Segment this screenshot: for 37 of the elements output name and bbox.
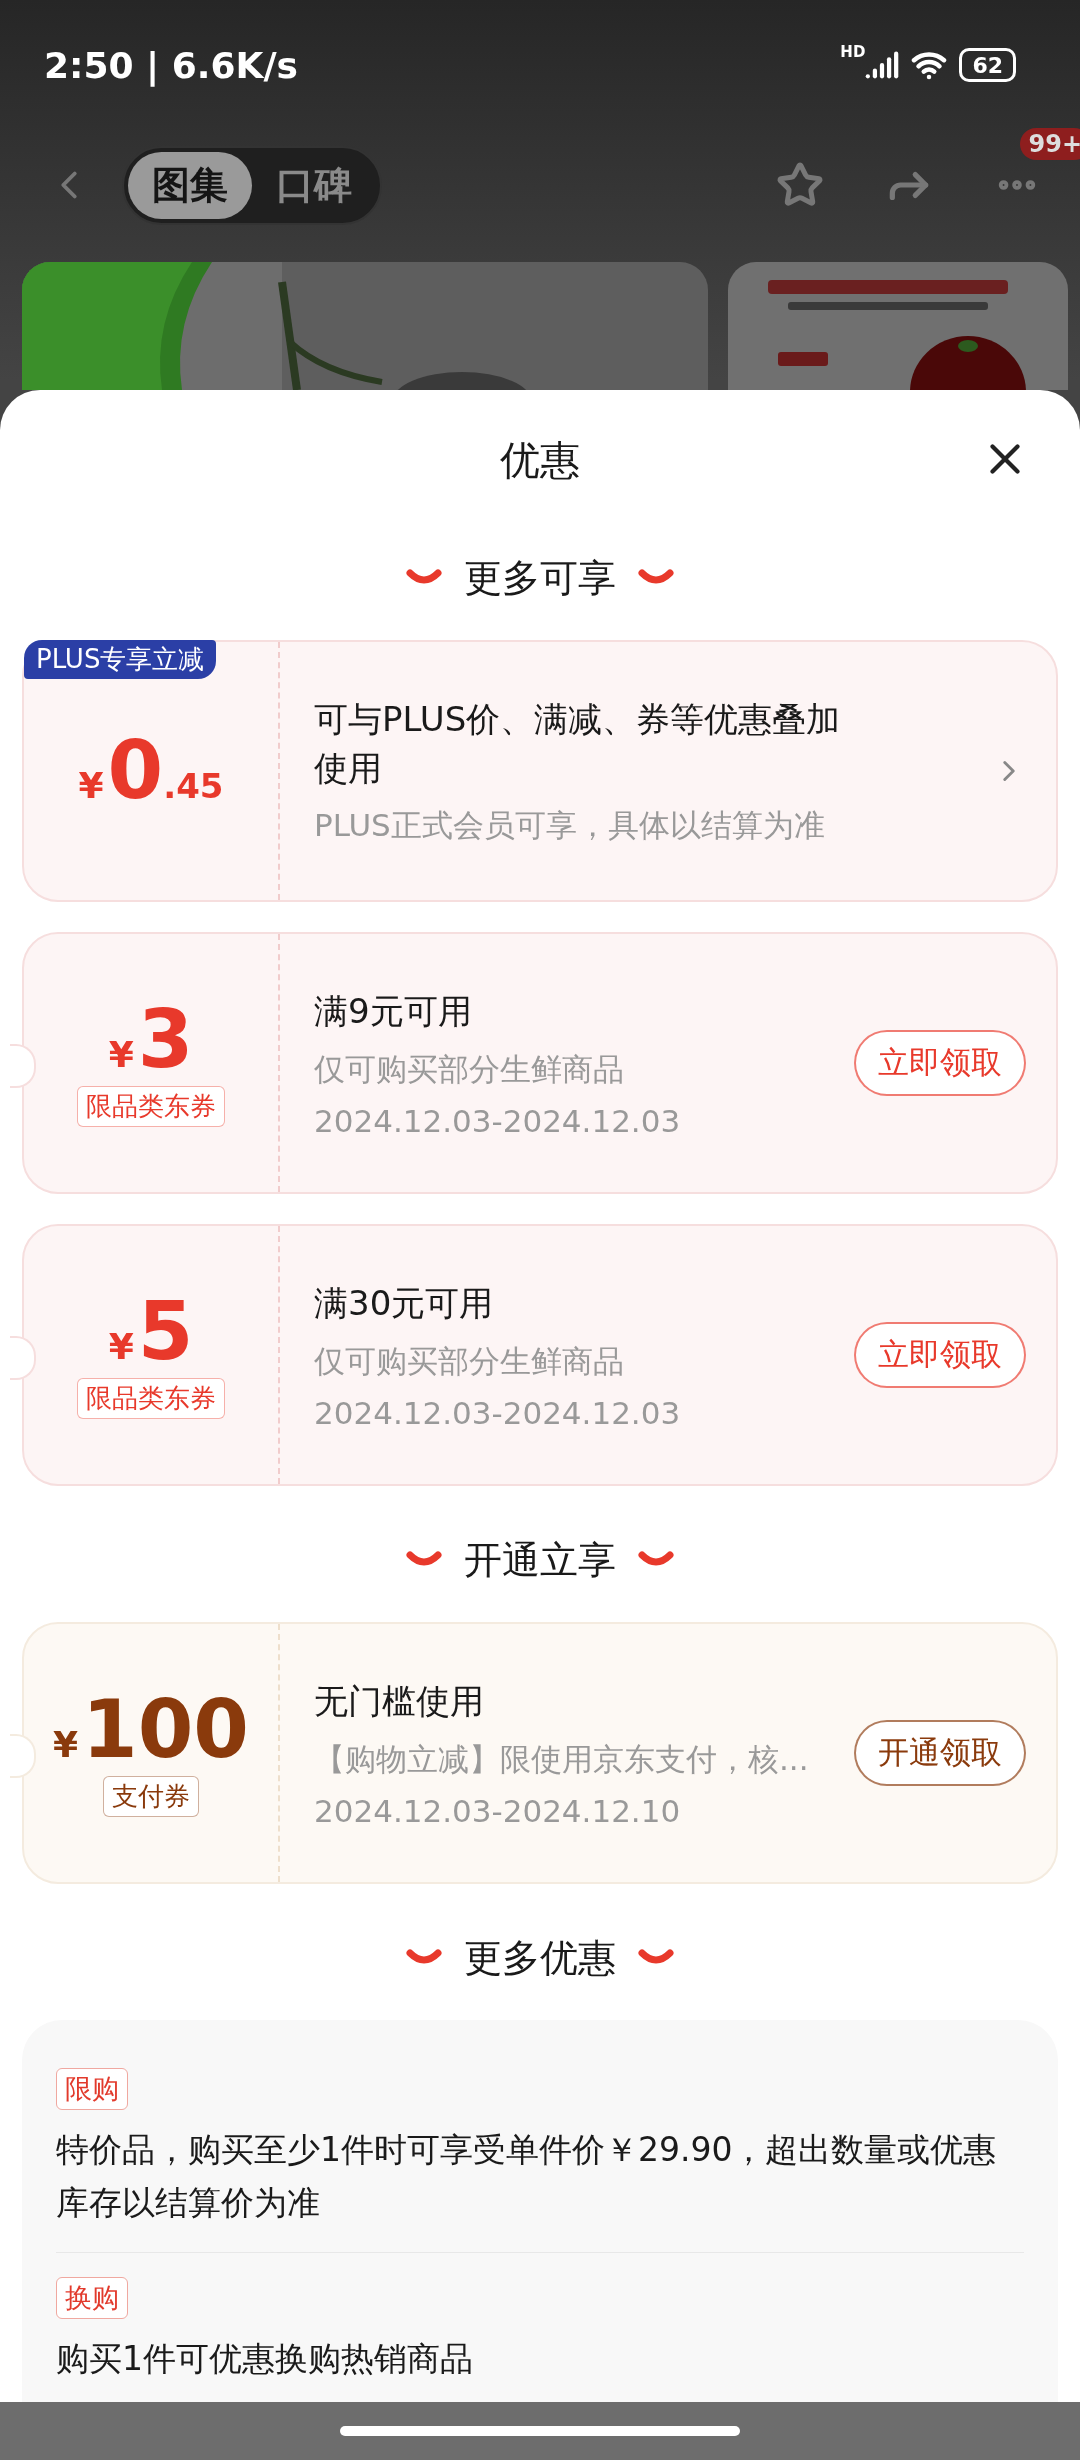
coupon-dates: 2024.12.03-2024.12.03 xyxy=(314,1394,682,1431)
section-title: 开通立享 xyxy=(464,1536,616,1584)
coupon-amount: ¥3 xyxy=(108,999,194,1080)
claim-button[interactable]: 开通领取 xyxy=(854,1720,1026,1786)
coupon-amount: ¥0.45 xyxy=(78,731,224,811)
coupon-amount: ¥100 xyxy=(52,1689,250,1770)
coupon-title: 可与PLUS价、满减、券等优惠叠加使用 xyxy=(314,697,842,790)
coupon-subtitle: 仅可购买部分生鲜商品 xyxy=(314,1341,625,1381)
coupon-title: 无门槛使用 xyxy=(314,1680,485,1724)
coupon-subtitle: 仅可购买部分生鲜商品 xyxy=(314,1049,625,1089)
coupon-tag: 支付券 xyxy=(103,1775,199,1817)
battery-icon: 62 xyxy=(959,48,1016,82)
offer-tag: 换购 xyxy=(56,2276,128,2319)
star-icon[interactable] xyxy=(776,161,824,209)
network-label: HD xyxy=(840,43,866,61)
coupon-dates: 2024.12.03-2024.12.10 xyxy=(314,1792,682,1829)
view-tab[interactable]: 图集 xyxy=(128,151,252,219)
coupon-tag: 限品类东券 xyxy=(77,1377,225,1419)
claim-button[interactable]: 立即领取 xyxy=(854,1322,1026,1388)
coupon-amount: ¥5 xyxy=(108,1291,194,1372)
view-tab[interactable]: 口碑 xyxy=(252,151,376,219)
offer-tag: 限购 xyxy=(56,2068,128,2110)
claim-button[interactable]: 立即领取 xyxy=(854,1030,1026,1096)
section-title: 更多优惠 xyxy=(464,1934,616,1982)
sheet-title: 优惠 xyxy=(500,435,580,485)
offer-text: 特价品，购买至少1件时可享受单件价￥29.90，超出数量或优惠库存以结算价为准 xyxy=(56,2129,998,2224)
coupon-subtitle: 【购物立减】限使用京东支付，核... xyxy=(314,1739,810,1779)
coupon-tag: 限品类东券 xyxy=(77,1085,225,1127)
coupon-dates: 2024.12.03-2024.12.03 xyxy=(314,1102,682,1139)
coupon-subtitle: PLUS正式会员可享，具体以结算为准 xyxy=(314,806,826,846)
coupon-title: 满9元可用 xyxy=(314,990,473,1034)
plus-badge: PLUS专享立减 xyxy=(24,640,217,679)
section-title: 更多可享 xyxy=(464,554,616,602)
offer-text: 购买1件可优惠换购热销商品 xyxy=(56,2337,473,2380)
coupon-title: 满30元可用 xyxy=(314,1282,495,1326)
notification-badge: 99+ xyxy=(1020,128,1080,160)
status-time: 2:50 | 6.6K/s xyxy=(44,44,298,86)
